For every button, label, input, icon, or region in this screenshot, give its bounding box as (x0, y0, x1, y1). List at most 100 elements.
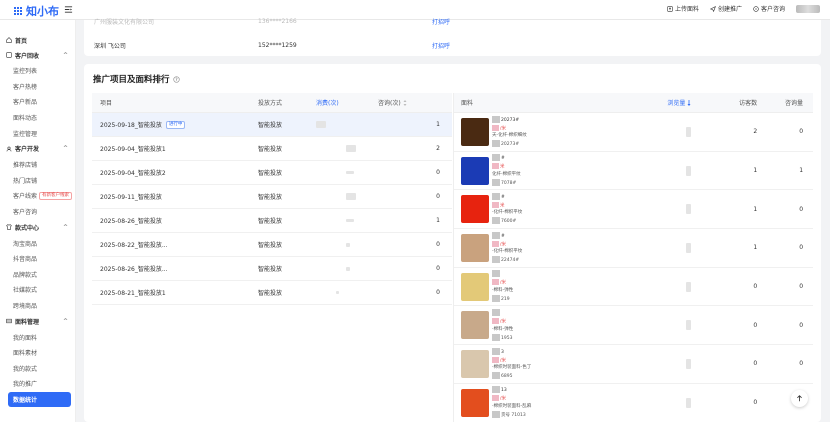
sidebar-item-my-fabrics[interactable]: 我的面料 (0, 329, 75, 345)
sidebar-group-customer-dev[interactable]: 客户开发 ^ (0, 141, 75, 157)
redacted-price (492, 318, 499, 325)
sidebar-item-crossborder[interactable]: 跨境商品 (0, 298, 75, 314)
table-row[interactable]: 2025-09-18_智能投放 进行中 智能投放 1 (92, 113, 452, 137)
sidebar-item-monitor-list[interactable]: 监控列表 (0, 63, 75, 79)
greet-link[interactable]: 打招呼 (432, 17, 522, 26)
fabric-id: 22474# (501, 258, 520, 264)
fabric-price: /米 (500, 280, 507, 286)
sidebar: 首页 客户回收 ^ 监控列表 客户热榜 客户新品 面料动态 监控管理 客户开发 … (0, 20, 76, 422)
project-name: 2025-09-11_智能投放 (100, 194, 162, 201)
upload-fabric-button[interactable]: 上传面料 (667, 4, 699, 13)
sidebar-group-label: 客户回收 (15, 52, 40, 60)
spend-redacted (336, 291, 339, 294)
sidebar-item-home[interactable]: 首页 (0, 33, 75, 47)
project-method: 智能投放 (258, 266, 283, 273)
spend-redacted (346, 242, 350, 247)
customer-name: 广州服装文化有限公司 (94, 18, 155, 26)
table-row[interactable]: # /米 -化纤-棉织平纹 22474# 1 0 (454, 229, 813, 268)
table-row[interactable]: # 米 -化纤-棉织平纹 7600# 1 0 (454, 190, 813, 230)
send-icon (709, 5, 716, 12)
col-inquiries-sort[interactable]: 咨询(次) (378, 98, 418, 107)
fabric-desc: -化纤-棉织平纹 (492, 210, 523, 216)
style-icon (6, 224, 12, 231)
table-row[interactable]: /米 -棉料-弹性 219 0 0 (454, 268, 813, 307)
fabric-ranking-table: 面料 浏览量 访客数 咨询量 20273#/米 天-化纤-棉织细纹 20273# 2 0… (453, 93, 813, 422)
sidebar-group-fabric-manage[interactable]: 面料管理 ^ (0, 313, 75, 329)
fabric-visitors: 0 (753, 283, 758, 291)
redacted-block (492, 333, 500, 341)
table-row[interactable]: 20273# /米 天-化纤-棉织细纹 20273# 2 0 (454, 113, 813, 152)
fabric-desc: -棉织时装面料-乱麻 (492, 403, 532, 409)
chevron-up-icon: ^ (62, 51, 68, 59)
sidebar-item-data-stats[interactable]: 数据统计 (8, 391, 71, 408)
sidebar-item-social-styles[interactable]: 社媒款式 (0, 282, 75, 298)
sidebar-item-douyin[interactable]: 抖音商品 (0, 251, 75, 267)
spend-redacted (316, 121, 326, 128)
table-row[interactable]: # 米化纤-棉织平纹 7078# 1 1 (454, 152, 813, 191)
sidebar-item-recommended-shops[interactable]: 推荐店铺 (0, 157, 75, 173)
col-spend-sort[interactable]: 消费(次) (316, 98, 378, 107)
sidebar-item-fabric-updates[interactable]: 面料动态 (0, 110, 75, 126)
redacted-block (492, 192, 500, 200)
sidebar-item-customer-consult[interactable]: 客户咨询 (0, 204, 75, 220)
customer-phone: 136****2166 (258, 17, 297, 25)
redacted-block (492, 178, 500, 186)
redacted-block (492, 372, 500, 380)
table-row[interactable]: 2025-08-21_智能投放1 智能投放 0 (92, 281, 452, 305)
table-row[interactable]: /米 -棉料-弹性 1953 0 0 (454, 306, 813, 346)
sidebar-item-customer-clues[interactable]: 客户线索 有新客户线索 (0, 188, 75, 204)
sidebar-item-monitor-manage[interactable]: 监控管理 (0, 125, 75, 141)
sidebar-item-customer-hot[interactable]: 客户热榜 (0, 79, 75, 95)
create-promotion-button[interactable]: 创建推广 (709, 4, 742, 13)
fabric-code: 20273# (501, 117, 520, 123)
sidebar-group-customer-recovery[interactable]: 客户回收 ^ (0, 47, 75, 63)
sidebar-item-hot-shops[interactable]: 热门店铺 (0, 173, 75, 189)
sidebar-item-brand-styles[interactable]: 品牌款式 (0, 267, 75, 283)
project-name: 2025-08-26_智能投放... (100, 266, 168, 273)
col-views-sort[interactable]: 浏览量 (632, 98, 692, 107)
redacted-block (492, 231, 500, 239)
back-to-top-button[interactable] (791, 390, 808, 407)
project-name: 2025-09-18_智能投放 (100, 122, 162, 129)
table-row[interactable]: 2025-09-04_智能投放1 智能投放 2 (92, 137, 452, 161)
sidebar-item-my-styles[interactable]: 我的款式 (0, 361, 75, 377)
user-avatar[interactable] (796, 4, 820, 13)
table-header: 项目 投放方式 消费(次) 咨询(次) (92, 93, 452, 113)
sidebar-item-customer-new[interactable]: 客户新品 (0, 94, 75, 110)
table-row[interactable]: 2025-08-26_智能投放... 智能投放 0 (92, 257, 452, 281)
chevron-up-icon: ^ (62, 223, 68, 231)
fabric-id: 货号 71013 (501, 412, 526, 418)
fabric-visitors: 1 (753, 244, 758, 252)
sidebar-item-my-promotions[interactable]: 我的推广 (0, 376, 75, 392)
table-header: 面料 浏览量 访客数 咨询量 (454, 93, 813, 113)
sidebar-group-label: 客户开发 (15, 146, 40, 154)
table-row[interactable]: 2025-09-11_智能投放 智能投放 0 (92, 185, 452, 209)
customer-list-card: 广州服装文化有限公司 136****2166 打招呼 深圳 飞公司 152***… (84, 17, 821, 56)
sidebar-item-taobao[interactable]: 淘宝商品 (0, 235, 75, 251)
redacted-block (492, 410, 500, 418)
sidebar-group-style-center[interactable]: 款式中心 ^ (0, 219, 75, 235)
project-method: 智能投放 (258, 194, 283, 201)
redacted-block (492, 256, 500, 264)
project-inquiries: 0 (436, 289, 440, 296)
greet-link[interactable]: 打招呼 (432, 41, 522, 50)
logo[interactable]: 知小布 (14, 3, 59, 19)
sidebar-item-fabric-assets[interactable]: 面料素材 (0, 345, 75, 361)
table-row[interactable]: 3/米 -棉织时装面料-色丁 6895 0 0 (454, 345, 813, 384)
table-row[interactable]: 2025-08-22_智能投放... 智能投放 0 (92, 233, 452, 257)
home-icon (6, 37, 12, 43)
fabric-inquiries: 0 (799, 128, 804, 136)
sidebar-item-label: 首页 (15, 37, 28, 45)
fabric-price: /米 (500, 242, 507, 248)
collapse-menu-icon[interactable] (64, 5, 73, 14)
table-row[interactable]: 2025-09-04_智能投放2 智能投放 0 (92, 161, 452, 185)
fabric-inquiries: 0 (799, 244, 804, 252)
help-icon[interactable]: ? (172, 75, 180, 83)
customer-consult-button[interactable]: 客户咨询 (753, 4, 785, 13)
table-row[interactable]: 2025-08-26_智能投放 智能投放 1 (92, 209, 452, 233)
chat-icon (753, 5, 759, 12)
col-inquiries: 咨询量 (785, 100, 804, 107)
create-promotion-label: 创建推广 (717, 6, 742, 13)
project-inquiries: 0 (436, 193, 440, 200)
table-row[interactable]: 13/米-棉织时装面料-乱麻货号 7101300 (454, 384, 813, 422)
